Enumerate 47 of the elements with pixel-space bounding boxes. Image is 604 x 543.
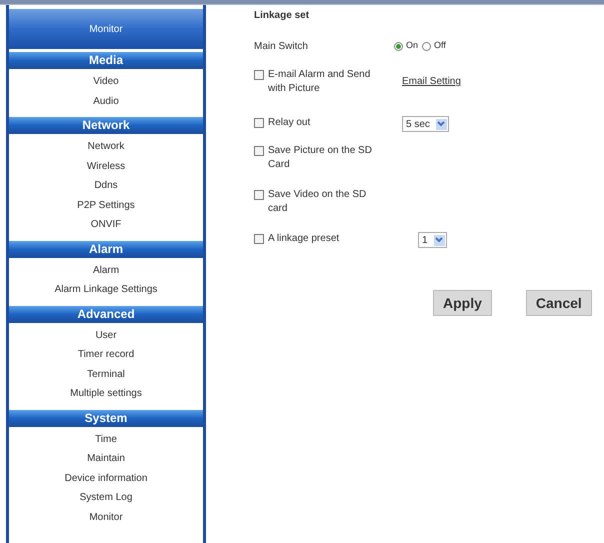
checkbox[interactable]: [254, 118, 264, 128]
checkbox[interactable]: [254, 70, 264, 80]
sidebar-item[interactable]: Video: [9, 72, 203, 92]
radio-label: Off: [434, 39, 446, 52]
checkbox-label: A linkage preset: [268, 232, 340, 246]
sidebar-item[interactable]: Ddns: [9, 176, 203, 196]
sidebar-header[interactable]: Monitor: [9, 9, 203, 49]
sidebar-item[interactable]: Device information: [9, 468, 203, 488]
dropdown[interactable]: 5 sec: [402, 116, 449, 132]
sidebar-item[interactable]: ONVIF: [9, 215, 203, 234]
checkbox-label: E-mail Alarm and Send with Picture: [268, 68, 372, 96]
sidebar-item[interactable]: System Log: [9, 488, 203, 508]
checkbox[interactable]: [254, 234, 264, 244]
checkbox-label: Relay out: [268, 116, 310, 130]
sidebar-item[interactable]: Terminal: [9, 364, 203, 384]
sidebar-item[interactable]: Timer record: [9, 345, 203, 364]
checkbox[interactable]: [254, 146, 264, 156]
chevron-icon: [436, 118, 447, 130]
checkbox-label: Save Video on the SD card: [268, 188, 368, 216]
sidebar-item[interactable]: Audio: [9, 92, 203, 111]
radio-button[interactable]: [394, 42, 403, 50]
chevron-icon: [434, 234, 445, 246]
radio-button[interactable]: [422, 42, 432, 50]
sidebar-item[interactable]: Multiple settings: [9, 384, 203, 404]
sidebar-item[interactable]: P2P Settings: [9, 196, 203, 215]
sidebar-item[interactable]: Alarm Linkage Settings: [9, 280, 203, 300]
sidebar-item[interactable]: Maintain: [9, 449, 203, 468]
section-header: Advanced: [9, 306, 203, 322]
dropdown[interactable]: 1: [418, 232, 447, 248]
button[interactable]: Apply: [433, 290, 492, 316]
sidebar-item[interactable]: Network: [9, 137, 203, 156]
radio-label: On: [406, 39, 418, 52]
section-header: Media: [9, 52, 203, 69]
sidebar-item[interactable]: Wireless: [9, 156, 203, 176]
checkbox-label: Save Picture on the SD Card: [268, 144, 373, 172]
button[interactable]: Cancel: [526, 290, 592, 316]
section-header: Alarm: [9, 240, 203, 258]
section-title: Linkage set: [254, 9, 310, 23]
checkbox[interactable]: [254, 190, 264, 200]
section-header: Network: [9, 117, 203, 134]
sidebar-item[interactable]: User: [9, 326, 203, 345]
sidebar-item[interactable]: Monitor: [9, 508, 203, 527]
section-header: System: [9, 410, 203, 426]
sidebar-item[interactable]: Time: [9, 430, 203, 449]
sidebar-item[interactable]: Alarm: [9, 260, 203, 280]
email-setting-link[interactable]: Email Setting: [402, 74, 461, 89]
field-label: Main Switch: [254, 40, 309, 54]
